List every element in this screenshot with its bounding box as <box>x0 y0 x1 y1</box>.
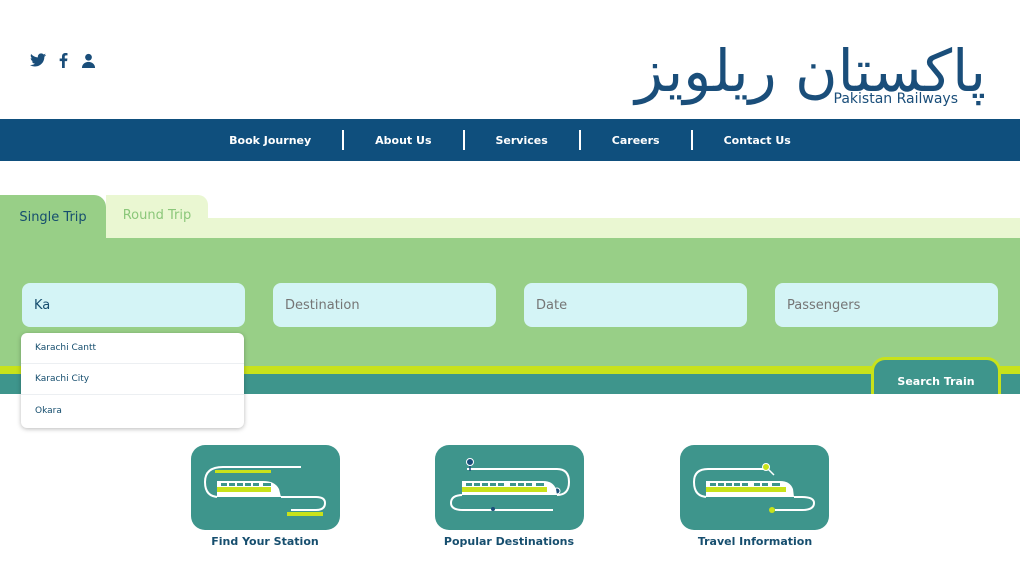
tab-single-trip[interactable]: Single Trip <box>0 195 106 239</box>
site-logo[interactable]: پاکستان ریلویز Pakistan Railways <box>635 40 986 107</box>
nav-book-journey[interactable]: Book Journey <box>198 134 342 147</box>
suggestion-item[interactable]: Okara <box>21 395 244 426</box>
popular-destinations-label[interactable]: Popular Destinations <box>409 535 609 548</box>
suggestion-item[interactable]: Karachi City <box>21 364 244 395</box>
travel-information-label[interactable]: Travel Information <box>655 535 855 548</box>
main-navbar: Book Journey About Us Services Careers C… <box>0 119 1020 161</box>
nav-about-us[interactable]: About Us <box>344 134 462 147</box>
station-train-icon <box>203 466 327 516</box>
tab-round-trip[interactable]: Round Trip <box>106 195 208 232</box>
find-station-card[interactable] <box>191 445 340 530</box>
origin-input[interactable] <box>22 283 245 327</box>
social-links <box>30 52 96 68</box>
twitter-icon[interactable] <box>30 52 46 68</box>
suggestion-item[interactable]: Karachi Cantt <box>21 333 244 364</box>
search-train-button[interactable]: Search Train <box>871 357 1001 394</box>
nav-services[interactable]: Services <box>465 134 579 147</box>
facebook-icon[interactable] <box>55 52 71 68</box>
travel-information-card[interactable] <box>680 445 829 530</box>
destination-input[interactable] <box>273 283 496 327</box>
passengers-input[interactable] <box>775 283 998 327</box>
station-suggestions-dropdown: Karachi Cantt Karachi City Okara <box>21 333 244 428</box>
popular-destinations-card[interactable] <box>435 445 584 530</box>
user-icon[interactable] <box>80 52 96 68</box>
find-station-label[interactable]: Find Your Station <box>165 535 365 548</box>
travel-info-train-icon <box>692 463 816 513</box>
logo-english-text: Pakistan Railways <box>833 91 958 107</box>
date-input[interactable] <box>524 283 747 327</box>
nav-careers[interactable]: Careers <box>581 134 691 147</box>
destinations-train-icon <box>449 458 571 511</box>
nav-contact-us[interactable]: Contact Us <box>693 134 822 147</box>
